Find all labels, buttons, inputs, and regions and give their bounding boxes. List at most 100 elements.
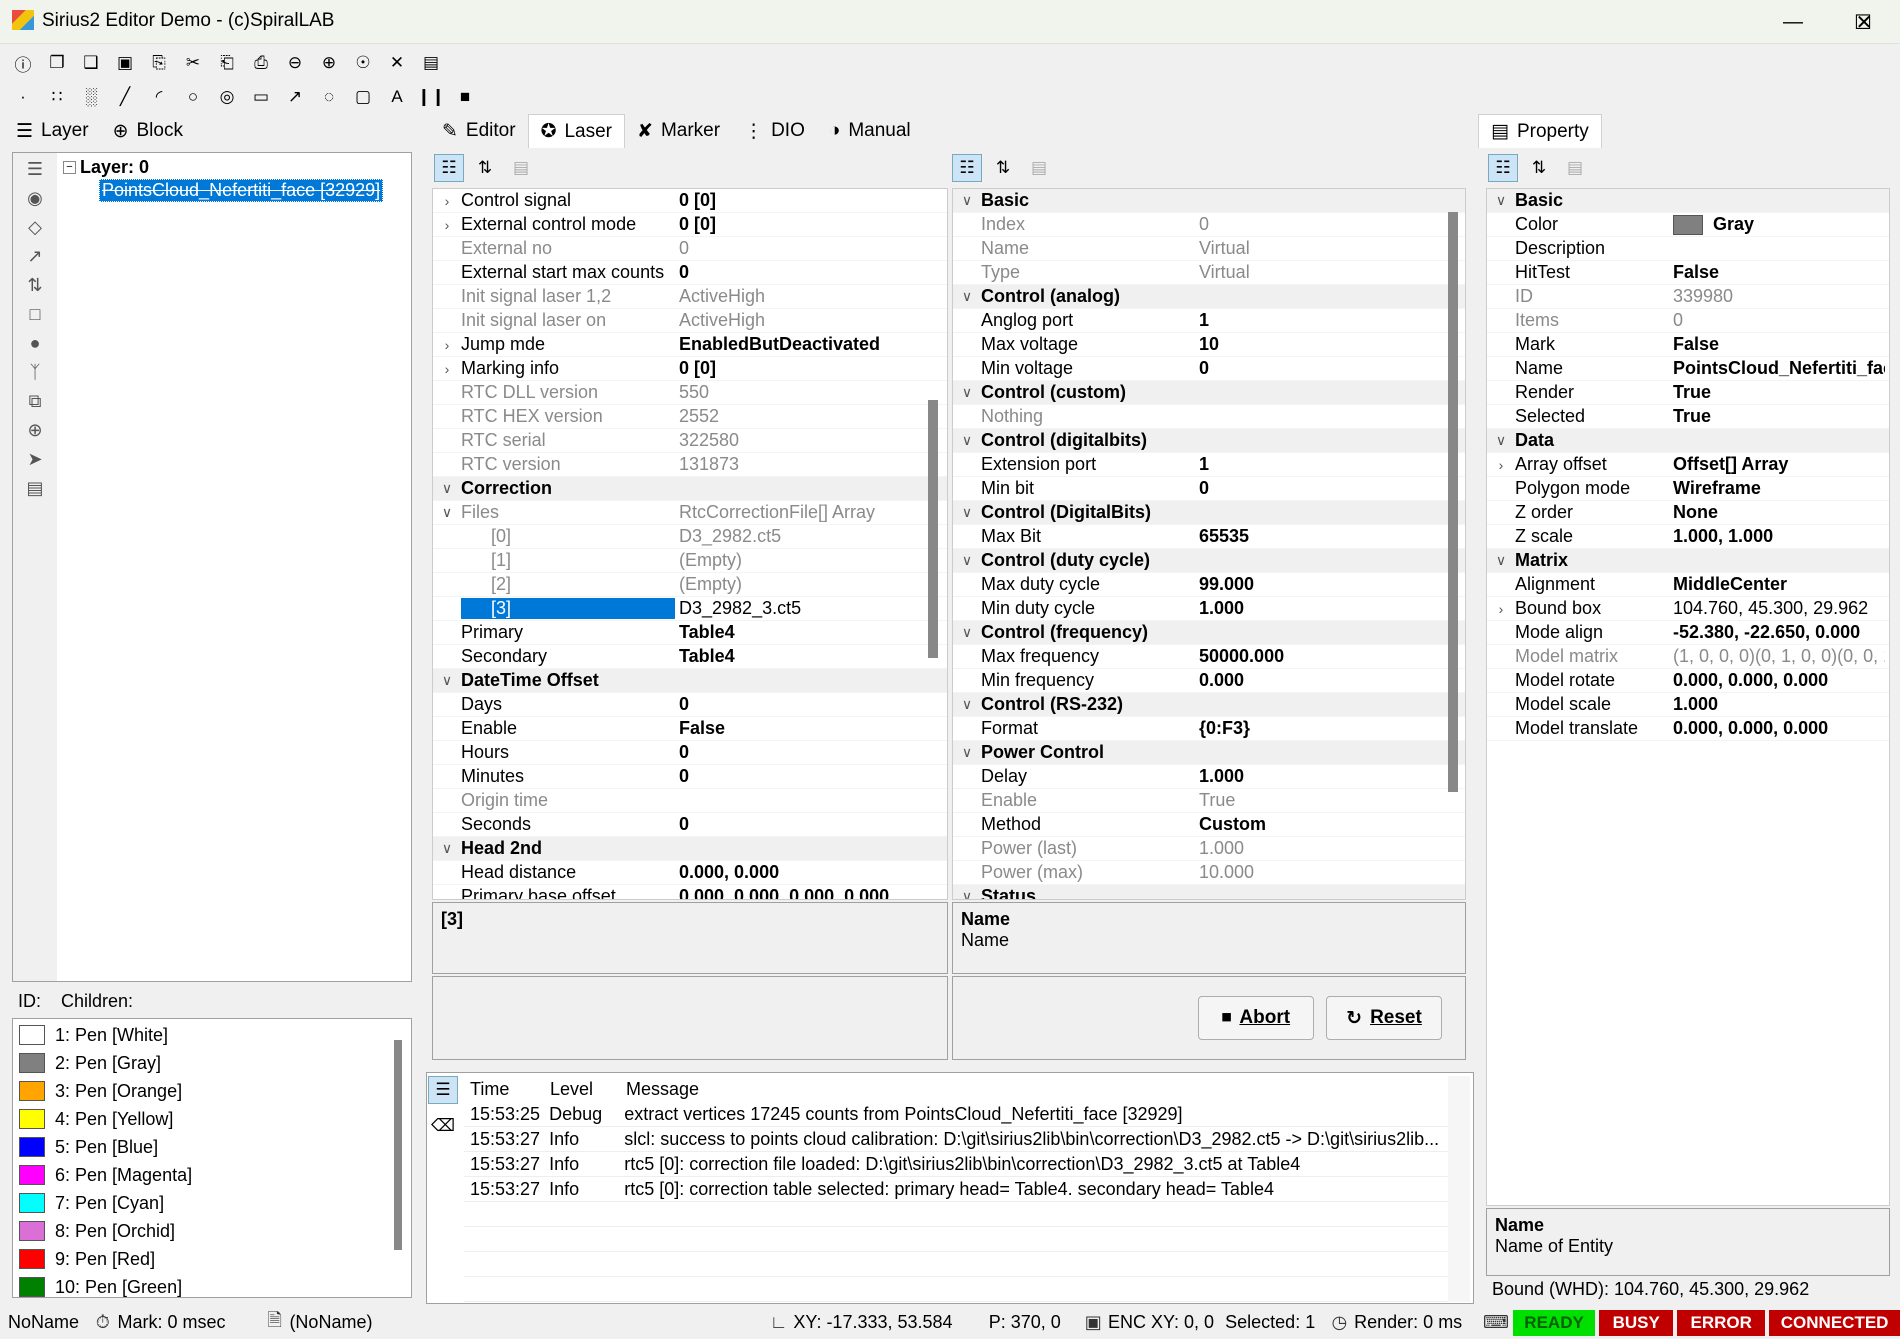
- align-icon[interactable]: ▤: [416, 49, 446, 77]
- collapse-icon[interactable]: ∨: [953, 744, 981, 761]
- property-row[interactable]: ∨ Power Control: [953, 741, 1465, 765]
- property-row[interactable]: Index 0: [953, 213, 1465, 237]
- property-row[interactable]: Name Virtual: [953, 237, 1465, 261]
- bound-icon[interactable]: □: [30, 304, 41, 325]
- merge-icon[interactable]: ⧉: [29, 391, 42, 412]
- tab-laser[interactable]: ✪ Laser: [527, 114, 626, 148]
- property-row[interactable]: RTC HEX version 2552: [433, 405, 947, 429]
- collapse-icon[interactable]: ∨: [953, 384, 981, 401]
- laser-grid-scrollbar[interactable]: [928, 400, 938, 658]
- tab-dio[interactable]: ⋮ DIO: [732, 114, 817, 148]
- pen-item[interactable]: 5: Pen [Blue]: [13, 1133, 411, 1161]
- property-row[interactable]: Head distance 0.000, 0.000: [433, 861, 947, 885]
- minimize-button[interactable]: —: [1758, 0, 1828, 44]
- pen-item[interactable]: 10: Pen [Green]: [13, 1273, 411, 1301]
- path-icon[interactable]: ↗: [27, 246, 42, 267]
- property-row[interactable]: Delay 1.000: [953, 765, 1465, 789]
- property-row[interactable]: RTC DLL version 550: [433, 381, 947, 405]
- clipboard-icon[interactable]: ⎙: [246, 49, 276, 77]
- categorized-icon[interactable]: ☷: [434, 154, 464, 182]
- property-row[interactable]: Days 0: [433, 693, 947, 717]
- property-row[interactable]: External start max counts 0: [433, 261, 947, 285]
- property-row[interactable]: ID 339980: [1487, 285, 1889, 309]
- points-icon[interactable]: ∷: [42, 83, 72, 111]
- tree-child-entity[interactable]: PointsCloud_Nefertiti_face [32929]: [99, 179, 384, 202]
- property-row[interactable]: External no 0: [433, 237, 947, 261]
- triangle-icon[interactable]: ▢: [348, 83, 378, 111]
- layers-icon[interactable]: ☰: [27, 159, 43, 180]
- circle-icon[interactable]: ○: [178, 83, 208, 111]
- property-row[interactable]: ∨ Control (custom): [953, 381, 1465, 405]
- tab-marker[interactable]: ✘ Marker: [625, 114, 732, 148]
- expand-icon[interactable]: ›: [1487, 457, 1515, 473]
- property-row[interactable]: [1] (Empty): [433, 549, 947, 573]
- property-row[interactable]: HitTest False: [1487, 261, 1889, 285]
- property-row[interactable]: › Marking info 0 [0]: [433, 357, 947, 381]
- cut-icon[interactable]: ✂: [178, 49, 208, 77]
- collapse-icon[interactable]: ∨: [1487, 432, 1515, 449]
- tab-layer[interactable]: ☰ Layer: [4, 114, 101, 148]
- property-row[interactable]: Model translate 0.000, 0.000, 0.000: [1487, 717, 1889, 741]
- collapse-icon[interactable]: ∨: [433, 840, 461, 857]
- collapse-icon[interactable]: ∨: [953, 504, 981, 521]
- spiral-icon[interactable]: ◎: [212, 83, 242, 111]
- property-row[interactable]: ∨ Data: [1487, 429, 1889, 453]
- sort-alpha-icon[interactable]: ⇅: [470, 154, 500, 182]
- collapse-icon[interactable]: ∨: [953, 624, 981, 641]
- property-row[interactable]: › Bound box 104.760, 45.300, 29.962: [1487, 597, 1889, 621]
- property-row[interactable]: Primary base offset 0.000, 0.000, 0.000, …: [433, 885, 947, 899]
- property-row[interactable]: Mark False: [1487, 333, 1889, 357]
- property-row[interactable]: Hours 0: [433, 741, 947, 765]
- log-row[interactable]: 15:53:27 Info rtc5 [0]: correction file lo…: [464, 1152, 1448, 1177]
- property-row[interactable]: Type Virtual: [953, 261, 1465, 285]
- property-row[interactable]: Render True: [1487, 381, 1889, 405]
- property-row[interactable]: Color Gray: [1487, 213, 1889, 237]
- collapse-icon[interactable]: ∨: [1487, 192, 1515, 209]
- paste-icon[interactable]: ⎗: [212, 49, 242, 77]
- property-row[interactable]: ∨ Files RtcCorrectionFile[] Array: [433, 501, 947, 525]
- property-row[interactable]: Seconds 0: [433, 813, 947, 837]
- zoom-in-icon[interactable]: ⊕: [314, 49, 344, 77]
- property-row[interactable]: Primary Table4: [433, 621, 947, 645]
- property-row[interactable]: [0] D3_2982.ct5: [433, 525, 947, 549]
- property-row[interactable]: › External control mode 0 [0]: [433, 213, 947, 237]
- save-icon[interactable]: ▣: [110, 49, 140, 77]
- property-row[interactable]: ∨ Head 2nd: [433, 837, 947, 861]
- ctrl-icon[interactable]: ■: [450, 83, 480, 111]
- window-close-button[interactable]: ✕: [1828, 0, 1900, 44]
- log-row[interactable]: 15:53:27 Info slcl: success to points clou…: [464, 1127, 1448, 1152]
- property-row[interactable]: Max Bit 65535: [953, 525, 1465, 549]
- pen-item[interactable]: 3: Pen [Orange]: [13, 1077, 411, 1105]
- property-pages-icon[interactable]: ▤: [506, 154, 536, 182]
- tab-property[interactable]: ▤ Property: [1478, 114, 1602, 148]
- collapse-icon[interactable]: −: [63, 161, 76, 174]
- property-row[interactable]: ∨ Control (digitalbits): [953, 429, 1465, 453]
- categorized-icon[interactable]: ☷: [1488, 154, 1518, 182]
- export-icon[interactable]: ▤: [26, 478, 43, 499]
- zoom-fit-icon[interactable]: ☉: [348, 49, 378, 77]
- property-row[interactable]: ∨ Control (RS-232): [953, 693, 1465, 717]
- property-row[interactable]: Z order None: [1487, 501, 1889, 525]
- property-row[interactable]: Model matrix (1, 0, 0, 0)(0, 1, 0, 0)(0, …: [1487, 645, 1889, 669]
- polyline-icon[interactable]: ↗: [280, 83, 310, 111]
- property-row[interactable]: Max voltage 10: [953, 333, 1465, 357]
- pen-item[interactable]: 4: Pen [Yellow]: [13, 1105, 411, 1133]
- property-row[interactable]: ∨ Control (DigitalBits): [953, 501, 1465, 525]
- property-row[interactable]: Enable True: [953, 789, 1465, 813]
- branch-icon[interactable]: ᛉ: [30, 362, 41, 383]
- tab-editor[interactable]: ✎ Editor: [430, 114, 528, 148]
- property-row[interactable]: Power (max) 10.000: [953, 861, 1465, 885]
- fill-icon[interactable]: ◇: [28, 217, 42, 238]
- property-row[interactable]: › Array offset Offset[] Array: [1487, 453, 1889, 477]
- pen-item[interactable]: 6: Pen [Magenta]: [13, 1161, 411, 1189]
- pen-item[interactable]: 9: Pen [Red]: [13, 1245, 411, 1273]
- 3d-icon[interactable]: ◉: [27, 188, 43, 209]
- property-row[interactable]: Secondary Table4: [433, 645, 947, 669]
- property-row[interactable]: Model scale 1.000: [1487, 693, 1889, 717]
- property-pages-icon[interactable]: ▤: [1560, 154, 1590, 182]
- property-row[interactable]: Description: [1487, 237, 1889, 261]
- property-row[interactable]: ∨ Status: [953, 885, 1465, 899]
- property-row[interactable]: Min duty cycle 1.000: [953, 597, 1465, 621]
- sort-alpha-icon[interactable]: ⇅: [1524, 154, 1554, 182]
- expand-icon[interactable]: ›: [433, 217, 461, 233]
